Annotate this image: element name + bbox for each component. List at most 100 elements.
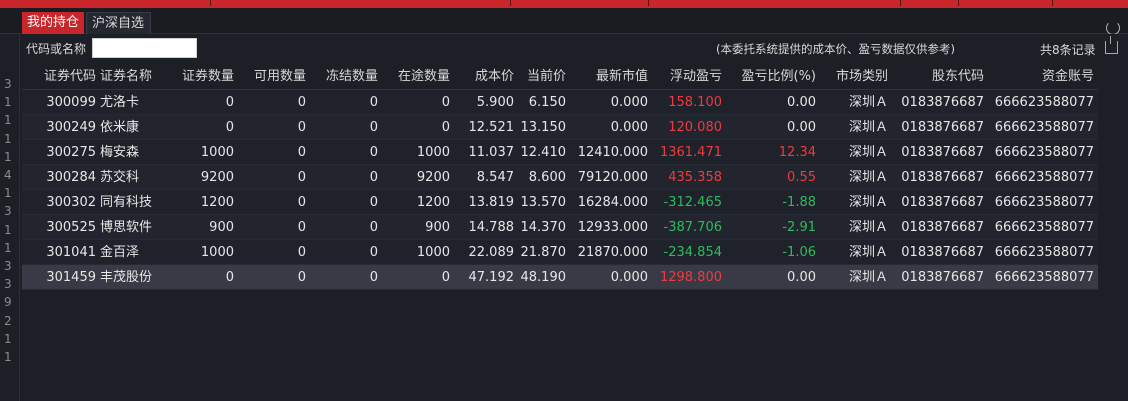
cell-current-price: 48.190: [520, 270, 567, 285]
window-title-bar: [0, 0, 1128, 8]
cell-in-transit: 9200: [416, 170, 450, 185]
cell-available: 0: [297, 270, 306, 285]
gutter-digit: 1: [4, 350, 12, 364]
cell-market-type: 深圳Ａ: [848, 120, 888, 135]
cell-shareholder: 0183876687: [901, 220, 984, 235]
table-row[interactable]: 300275 梅安森 1000 0 0 1000 11.037 12.410 12410.000…: [22, 140, 1098, 165]
filter-bar: 代码或名称 (本委托系统提供的成本价、盈亏数据仅供参考) 共8条记录: [22, 34, 1128, 62]
gutter-digit: 4: [4, 168, 12, 182]
export-icon[interactable]: [1105, 36, 1118, 54]
table-row[interactable]: 300099 尤洛卡 0 0 0 0 5.900 6.150 0.000 158.100 0.00 深…: [22, 90, 1098, 115]
cell-market-value: 16284.000: [577, 195, 648, 210]
cell-cost-price: 47.192: [468, 270, 515, 285]
cell-pl-ratio: 0.00: [787, 120, 816, 135]
cell-current-price: 13.570: [520, 195, 567, 210]
table-row[interactable]: 300302 同有科技 1200 0 0 1200 13.819 13.570 16284.00…: [22, 190, 1098, 215]
gutter-digit: 1: [4, 131, 12, 146]
cell-security-code: 300099: [46, 95, 96, 110]
right-scroll-gutter[interactable]: [1098, 64, 1128, 401]
header-col-quantity[interactable]: 证券数量: [174, 64, 234, 90]
cell-market-value: 0.000: [610, 120, 648, 135]
cell-security-code: 300275: [46, 145, 96, 160]
cell-quantity: 1000: [200, 145, 234, 160]
cell-security-code: 300302: [46, 195, 96, 210]
cell-cost-price: 11.037: [468, 145, 515, 160]
refresh-icon[interactable]: [1106, 21, 1120, 35]
header-col-available[interactable]: 可用数量: [244, 64, 306, 90]
header-col-market-type[interactable]: 市场类别: [826, 64, 888, 90]
cell-pl-ratio: 0.55: [787, 170, 816, 185]
left-gutter: 3 1 1 1 1 4 1 3 1 1 3 3 9 2 1 1: [0, 34, 20, 401]
cell-fund-account: 666623588077: [994, 145, 1094, 160]
table-row[interactable]: 300249 依米康 0 0 0 0 12.521 13.150 0.000 120.080 0.0…: [22, 115, 1098, 140]
cell-quantity: 9200: [200, 170, 234, 185]
header-col-frozen[interactable]: 冻结数量: [316, 64, 378, 90]
header-col-security-code[interactable]: 证券代码: [22, 64, 96, 90]
search-input[interactable]: [92, 38, 197, 58]
header-col-pl-ratio[interactable]: 盈亏比例(%): [734, 64, 817, 90]
cell-quantity: 0: [225, 270, 234, 285]
cell-in-transit: 0: [441, 95, 450, 110]
cell-cost-price: 22.089: [468, 245, 515, 260]
cell-market-type: 深圳Ａ: [848, 270, 888, 285]
cell-security-code: 301041: [46, 245, 96, 260]
cell-current-price: 6.150: [528, 95, 566, 110]
cell-security-name: 依米康: [100, 120, 140, 135]
cell-market-value: 0.000: [610, 95, 648, 110]
header-col-fund-account[interactable]: 资金账号: [994, 64, 1094, 90]
cell-market-value: 21870.000: [577, 245, 648, 260]
header-col-in-transit[interactable]: 在途数量: [388, 64, 450, 90]
gutter-digit: 9: [4, 295, 12, 310]
cell-cost-price: 8.547: [476, 170, 514, 185]
cell-pl-ratio: -1.88: [782, 195, 816, 210]
tab-my-holdings[interactable]: 我的持仓: [22, 12, 85, 34]
cell-current-price: 21.870: [520, 245, 567, 260]
cell-available: 0: [297, 145, 306, 160]
header-col-market-value[interactable]: 最新市值: [572, 64, 648, 90]
cell-in-transit: 1000: [416, 245, 450, 260]
table-row[interactable]: 301459 丰茂股份 0 0 0 0 47.192 48.190 0.000 1298.800 0…: [22, 265, 1098, 290]
header-col-current-price[interactable]: 当前价: [518, 64, 566, 90]
cell-frozen: 0: [369, 245, 378, 260]
cell-fund-account: 666623588077: [994, 245, 1094, 260]
table-header: 证券代码 证券名称 证券数量 可用数量 冻结数量 在途数量 成本价 当前价 最新市值 浮动盈亏 盈亏…: [22, 64, 1098, 90]
cell-market-type: 深圳Ａ: [848, 220, 888, 235]
gutter-digit: 1: [4, 240, 12, 255]
cell-shareholder: 0183876687: [901, 245, 984, 260]
cell-floating-pl: -234.854: [663, 245, 722, 260]
cell-floating-pl: 435.358: [668, 170, 722, 185]
cell-cost-price: 13.819: [468, 195, 515, 210]
cell-security-name: 丰茂股份: [100, 270, 153, 285]
cell-frozen: 0: [369, 145, 378, 160]
header-col-security-name[interactable]: 证券名称: [100, 64, 180, 90]
tab-watchlist[interactable]: 沪深自选: [86, 12, 151, 34]
cell-security-name: 博思软件: [100, 220, 153, 235]
cell-available: 0: [297, 245, 306, 260]
cell-frozen: 0: [369, 195, 378, 210]
gutter-digit: 1: [4, 186, 12, 201]
header-col-shareholder[interactable]: 股东代码: [900, 64, 984, 90]
cell-available: 0: [297, 195, 306, 210]
table-row[interactable]: 300525 博思软件 900 0 0 900 14.788 14.370 12933.000-…: [22, 215, 1098, 240]
cell-quantity: 1000: [200, 245, 234, 260]
cell-shareholder: 0183876687: [901, 95, 984, 110]
cell-shareholder: 0183876687: [901, 270, 984, 285]
gutter-digit: 1: [4, 331, 12, 346]
gutter-digit: 3: [4, 77, 12, 91]
header-col-floating-pl[interactable]: 浮动盈亏: [654, 64, 722, 90]
cell-security-code: 300525: [46, 220, 96, 235]
cell-fund-account: 666623588077: [994, 220, 1094, 235]
gutter-digit: 3: [4, 204, 12, 219]
cell-cost-price: 12.521: [468, 120, 515, 135]
cell-in-transit: 0: [441, 270, 450, 285]
cell-fund-account: 666623588077: [994, 120, 1094, 135]
table-row[interactable]: 300284 苏交科 9200 0 0 9200 8.547 8.600 79120.000 43…: [22, 165, 1098, 190]
record-count: 共8条记录: [1040, 43, 1096, 57]
cell-quantity: 0: [225, 120, 234, 135]
cell-fund-account: 666623588077: [994, 95, 1094, 110]
cell-in-transit: 900: [425, 220, 450, 235]
table-row[interactable]: 301041 金百泽 1000 0 0 1000 22.089 21.870 21870.000…: [22, 240, 1098, 265]
header-col-cost-price[interactable]: 成本价: [454, 64, 514, 90]
cell-frozen: 0: [369, 120, 378, 135]
cell-floating-pl: 158.100: [668, 95, 722, 110]
